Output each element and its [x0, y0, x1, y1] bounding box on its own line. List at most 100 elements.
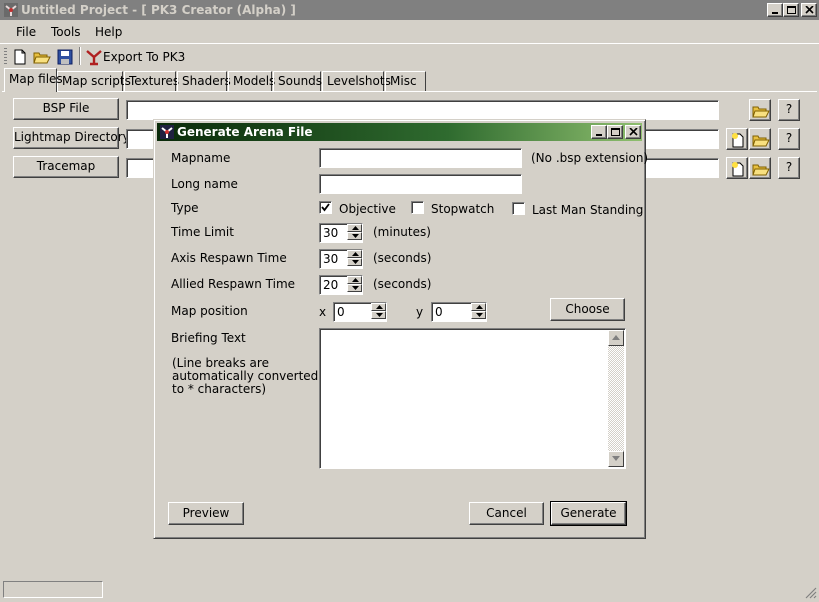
- spin-up-button[interactable]: [347, 224, 362, 232]
- lightmap-directory-button[interactable]: Lightmap Directory: [13, 127, 130, 149]
- tracemap-browse-button[interactable]: [749, 157, 771, 179]
- position-y-spinner[interactable]: 0: [431, 302, 487, 322]
- open-folder-icon[interactable]: [33, 48, 51, 66]
- briefing-text-label: Briefing Text: [171, 331, 246, 345]
- menu-bar: File Tools Help: [0, 21, 819, 43]
- axis-respawn-label: Axis Respawn Time: [171, 251, 287, 265]
- menu-tools[interactable]: Tools: [51, 25, 81, 39]
- export-to-pk3-button[interactable]: Export To PK3: [103, 50, 185, 64]
- toolbar: Export To PK3: [0, 43, 819, 69]
- spin-down-button[interactable]: [371, 311, 386, 319]
- spin-up-button[interactable]: [471, 303, 486, 311]
- preview-button[interactable]: Preview: [168, 502, 244, 525]
- export-icon[interactable]: [85, 48, 103, 66]
- tab-levelshots[interactable]: Levelshots: [322, 71, 391, 91]
- spin-down-button[interactable]: [347, 258, 362, 266]
- axis-respawn-spinner[interactable]: 30: [319, 249, 363, 269]
- minimize-button[interactable]: [767, 3, 783, 17]
- briefing-scrollbar[interactable]: [608, 330, 624, 467]
- generate-arena-dialog: Generate Arena File Mapname (No .bsp ext…: [153, 119, 649, 539]
- time-limit-unit: (minutes): [373, 225, 431, 239]
- mapname-hint: (No .bsp extension): [531, 151, 649, 165]
- lightmap-help-button[interactable]: ?: [778, 128, 800, 150]
- checkmark-icon: [321, 203, 330, 212]
- mapname-input[interactable]: [319, 148, 522, 168]
- briefing-text-area[interactable]: [319, 328, 626, 469]
- type-label: Type: [171, 201, 199, 215]
- dialog-close-button[interactable]: [625, 125, 641, 139]
- time-limit-spinner[interactable]: 30: [319, 223, 363, 243]
- last-man-standing-checkbox[interactable]: [512, 202, 525, 215]
- choose-button[interactable]: Choose: [550, 298, 625, 321]
- lightmap-new-button[interactable]: [726, 128, 748, 150]
- dialog-minimize-button[interactable]: [591, 125, 607, 139]
- menu-file[interactable]: File: [16, 25, 36, 39]
- spin-up-button[interactable]: [347, 250, 362, 258]
- tracemap-help-button[interactable]: ?: [778, 157, 800, 179]
- dialog-title-bar: Generate Arena File: [157, 123, 642, 141]
- dialog-title: Generate Arena File: [177, 125, 313, 139]
- new-file-icon: [732, 162, 744, 177]
- menu-help[interactable]: Help: [95, 25, 122, 39]
- open-folder-icon: [752, 106, 770, 118]
- status-panel: [3, 581, 103, 598]
- position-x-label: x: [319, 305, 327, 319]
- generate-button[interactable]: Generate: [550, 501, 627, 526]
- arrow-up-icon: [612, 335, 620, 340]
- mapname-label: Mapname: [171, 151, 231, 165]
- briefing-note: (Line breaks are automatically converted…: [172, 357, 318, 396]
- tab-map-files[interactable]: Map files: [4, 68, 63, 92]
- bsp-help-button[interactable]: ?: [778, 99, 800, 121]
- tracemap-button[interactable]: Tracemap: [13, 156, 119, 178]
- tab-sounds[interactable]: Sounds: [273, 71, 322, 91]
- tab-textures[interactable]: Textures: [124, 71, 179, 91]
- tab-models[interactable]: Models: [228, 71, 275, 91]
- last-man-standing-label[interactable]: Last Man Standing: [532, 203, 643, 217]
- dialog-maximize-button[interactable]: [607, 125, 623, 139]
- scroll-down-button[interactable]: [608, 451, 624, 467]
- new-file-icon[interactable]: [11, 48, 29, 66]
- objective-checkbox[interactable]: [319, 201, 332, 214]
- spin-up-button[interactable]: [347, 276, 362, 284]
- objective-label[interactable]: Objective: [339, 202, 396, 216]
- long-name-input[interactable]: [319, 174, 522, 194]
- spin-up-button[interactable]: [371, 303, 386, 311]
- stopwatch-checkbox[interactable]: [411, 201, 424, 214]
- cancel-button[interactable]: Cancel: [469, 502, 544, 525]
- allied-respawn-label: Allied Respawn Time: [171, 277, 296, 291]
- scroll-up-button[interactable]: [608, 330, 624, 346]
- resize-grip-icon[interactable]: [805, 587, 817, 599]
- arrow-down-icon: [612, 456, 620, 461]
- spin-down-button[interactable]: [471, 311, 486, 319]
- bsp-browse-button[interactable]: [749, 99, 771, 121]
- save-disk-icon[interactable]: [56, 48, 74, 66]
- window-title-bar: Untitled Project - [ PK3 Creator (Alpha)…: [0, 0, 819, 20]
- maximize-button[interactable]: [783, 3, 799, 17]
- toolbar-grip[interactable]: [4, 48, 7, 64]
- lightmap-browse-button[interactable]: [749, 128, 771, 150]
- toolbar-separator: [79, 47, 80, 65]
- tab-shaders[interactable]: Shaders: [177, 71, 231, 91]
- close-button[interactable]: [801, 3, 817, 17]
- stopwatch-label[interactable]: Stopwatch: [431, 202, 494, 216]
- tab-map-scripts[interactable]: Map scripts: [57, 71, 131, 91]
- app-icon: [160, 125, 174, 139]
- open-folder-icon: [752, 135, 770, 147]
- status-bar: [0, 579, 819, 602]
- bsp-file-button[interactable]: BSP File: [13, 98, 119, 120]
- briefing-note-line: to * characters): [172, 382, 267, 396]
- tracemap-new-button[interactable]: [726, 157, 748, 179]
- new-file-icon: [732, 133, 744, 148]
- tab-misc[interactable]: Misc: [385, 71, 426, 91]
- bsp-file-field[interactable]: [126, 100, 719, 120]
- spin-down-button[interactable]: [347, 232, 362, 240]
- map-position-label: Map position: [171, 304, 248, 318]
- long-name-label: Long name: [171, 177, 238, 191]
- position-x-spinner[interactable]: 0: [333, 302, 387, 322]
- allied-respawn-spinner[interactable]: 20: [319, 275, 363, 295]
- time-limit-label: Time Limit: [171, 225, 234, 239]
- open-folder-icon: [752, 164, 770, 176]
- axis-respawn-unit: (seconds): [373, 251, 432, 265]
- allied-respawn-unit: (seconds): [373, 277, 432, 291]
- spin-down-button[interactable]: [347, 284, 362, 292]
